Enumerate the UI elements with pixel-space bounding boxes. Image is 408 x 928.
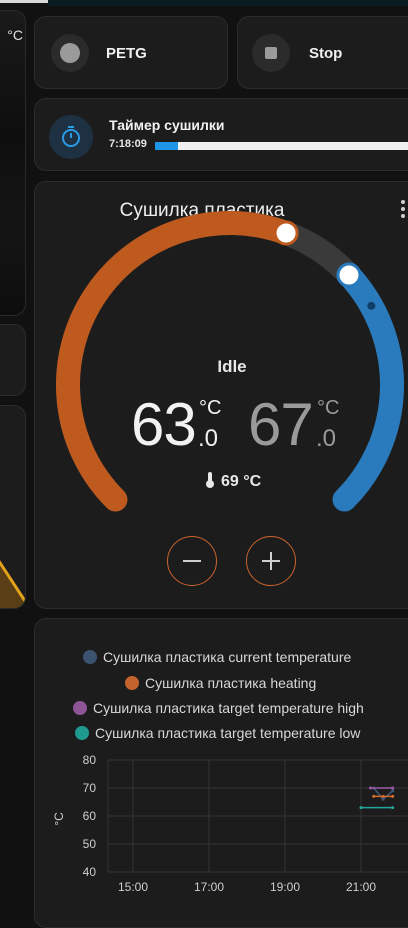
timer-card[interactable]: Таймер сушилки 7:18:09 <box>34 98 408 171</box>
stop-icon-wrap <box>252 34 290 72</box>
plus-icon-vertical <box>270 552 272 570</box>
left-chart-card <box>0 405 26 609</box>
thermostat-card: Сушилка пластика Idle 63 °C .0 67 °C .0 … <box>34 181 408 609</box>
legend-item-target-low[interactable]: Сушилка пластика target temperature low <box>75 725 360 741</box>
low-setpoint-value: 63 <box>131 391 197 458</box>
low-setpoint: 63 °C .0 <box>131 390 231 460</box>
series-point <box>391 794 395 798</box>
x-tick-label: 15:00 <box>118 880 148 894</box>
legend-label: Сушилка пластика heating <box>145 675 317 691</box>
high-setpoint-handle[interactable] <box>336 262 362 288</box>
history-card: Сушилка пластика current temperature Суш… <box>34 618 408 928</box>
x-tick-label: 19:00 <box>270 880 300 894</box>
series-point <box>391 786 395 790</box>
y-axis-unit: °C <box>52 812 66 826</box>
stop-chip[interactable]: Stop <box>237 16 408 89</box>
petg-chip[interactable]: PETG <box>34 16 228 89</box>
decrease-button[interactable] <box>167 536 217 586</box>
series-point <box>391 806 395 810</box>
series-point <box>359 806 363 810</box>
current-temperature-value: 69 °C <box>221 473 262 490</box>
legend-swatch <box>125 676 139 690</box>
y-tick-label: 70 <box>83 781 97 795</box>
current-temperature-marker <box>367 301 376 310</box>
legend-item-heating[interactable]: Сушилка пластика heating <box>125 675 316 691</box>
x-tick-label: 17:00 <box>194 880 224 894</box>
low-setpoint-handle[interactable] <box>273 220 299 246</box>
series-point <box>372 794 376 798</box>
history-chart: °C 80 70 60 50 40 15:00 17:00 19:00 21:00 <box>52 753 408 894</box>
x-tick-label: 21:00 <box>346 880 376 894</box>
current-temperature: 69 °C <box>205 471 261 491</box>
timer-title: Таймер сушилки <box>109 117 225 133</box>
series-point <box>381 794 385 798</box>
timer-icon <box>62 126 80 147</box>
stop-icon <box>265 47 277 59</box>
legend-item-target-high[interactable]: Сушилка пластика target temperature high <box>73 700 364 716</box>
legend-label: Сушилка пластика target temperature low <box>95 725 361 741</box>
circle-icon-wrap <box>51 34 89 72</box>
timer-progress-fill <box>155 142 179 150</box>
stop-label: Stop <box>309 45 343 62</box>
y-tick-label: 60 <box>83 809 97 823</box>
left-chart-area <box>0 562 25 608</box>
y-tick-label: 40 <box>83 865 97 879</box>
low-setpoint-unit: °C <box>199 397 222 419</box>
increase-button[interactable] <box>246 536 296 586</box>
series-point <box>391 789 395 793</box>
low-setpoint-decimal: .0 <box>198 425 219 452</box>
high-setpoint-unit: °C <box>317 397 340 419</box>
y-tick-label: 80 <box>83 753 97 767</box>
timer-value: 7:18:09 <box>109 138 147 150</box>
circle-icon <box>60 43 80 63</box>
temperature-unit: °C <box>7 27 23 43</box>
series-point <box>369 786 372 790</box>
top-bar <box>48 0 408 6</box>
left-chart-graphic <box>0 560 25 608</box>
series-point <box>381 797 385 801</box>
legend-item-current[interactable]: Сушилка пластика current temperature <box>83 649 351 665</box>
legend-swatch <box>75 726 89 740</box>
left-small-card[interactable] <box>0 324 26 396</box>
high-setpoint-value: 67 <box>248 391 314 458</box>
high-setpoint-decimal: .0 <box>316 425 337 452</box>
timer-progress-bar <box>155 142 408 150</box>
legend-swatch <box>83 650 97 664</box>
hvac-state: Idle <box>217 357 247 376</box>
high-setpoint: 67 °C .0 <box>248 390 348 460</box>
y-tick-label: 50 <box>83 837 97 851</box>
legend-label: Сушилка пластика current temperature <box>103 649 352 665</box>
legend-swatch <box>73 701 87 715</box>
dial-cool-arc <box>332 263 404 512</box>
thermometer-icon <box>206 472 214 488</box>
top-indicator <box>0 0 48 3</box>
minus-icon <box>183 560 201 562</box>
petg-label: PETG <box>106 45 147 62</box>
legend-label: Сушилка пластика target temperature high <box>93 700 364 716</box>
camera-card[interactable]: °C <box>0 10 26 316</box>
timer-icon-wrap <box>49 115 93 159</box>
